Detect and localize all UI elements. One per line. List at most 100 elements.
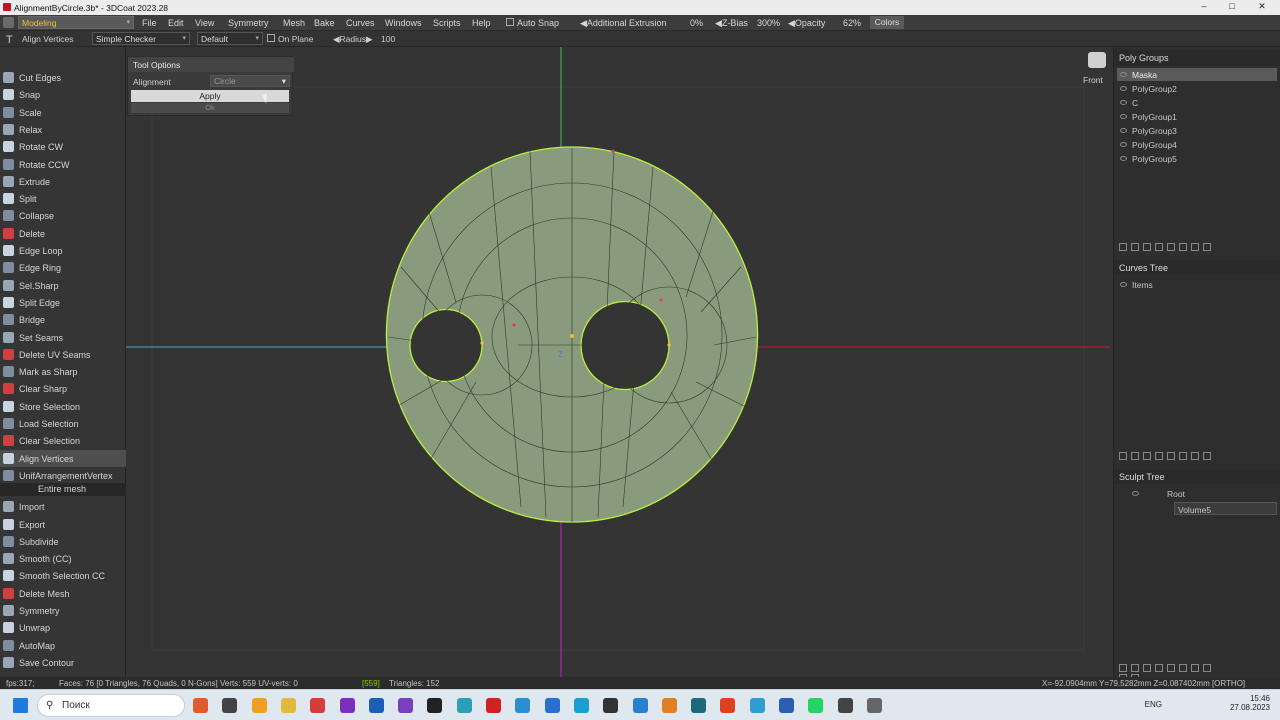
chrome-icon[interactable]	[251, 698, 267, 713]
tool-split[interactable]: Split	[0, 190, 126, 207]
opacity-label[interactable]: ◀Opacity	[788, 18, 825, 29]
blender-icon[interactable]	[661, 698, 677, 713]
additional-extrusion-label[interactable]: ◀Additional Extrusion	[580, 18, 666, 29]
vscode-icon[interactable]	[368, 698, 384, 713]
close-button[interactable]: ✕	[1254, 1, 1270, 13]
preset-select[interactable]: Default ▾	[197, 32, 263, 45]
player-icon[interactable]	[427, 698, 443, 713]
app7-icon[interactable]	[866, 698, 882, 713]
eye-icon[interactable]	[1120, 100, 1127, 105]
maximize-button[interactable]: □	[1224, 1, 1240, 13]
clock-time[interactable]: 15:46	[1230, 694, 1270, 703]
search-input[interactable]: ⚲ Поиск	[37, 694, 185, 717]
menu-scripts[interactable]: Scripts	[433, 18, 461, 28]
tool-align-vertices[interactable]: Align Vertices	[0, 449, 126, 467]
tool-rotate-cw[interactable]: Rotate CW	[0, 138, 126, 155]
clock-date[interactable]: 27.08.2023	[1230, 703, 1270, 712]
ok-button[interactable]: Ok	[131, 103, 289, 113]
curves-tree-toolbar[interactable]	[1119, 452, 1219, 462]
menu-windows[interactable]: Windows	[385, 18, 422, 28]
3dcoat-icon[interactable]	[398, 698, 414, 713]
opera-icon[interactable]	[486, 698, 501, 713]
file-explorer-icon[interactable]	[222, 698, 238, 713]
tool-rotate-ccw[interactable]: Rotate CCW	[0, 156, 126, 173]
app6-icon[interactable]	[837, 698, 853, 713]
eye-icon[interactable]	[1120, 142, 1127, 147]
menu-edit[interactable]: Edit	[168, 18, 184, 28]
whatsapp-icon[interactable]	[808, 698, 824, 713]
notepad-icon[interactable]	[280, 698, 296, 713]
tool-split-edge[interactable]: Split Edge	[0, 294, 126, 311]
sculpt-volume-item[interactable]: Volume5	[1174, 502, 1277, 515]
tool-export[interactable]: Export	[0, 516, 126, 533]
menu-symmetry[interactable]: Symmetry	[228, 18, 269, 28]
extrusion-value[interactable]: 0%	[690, 18, 703, 28]
tool-bridge[interactable]: Bridge	[0, 311, 126, 328]
tool-save-contour[interactable]: Save Contour	[0, 654, 126, 671]
tool-smooth-selection[interactable]: Smooth Selection CC	[0, 567, 126, 584]
poly-group-item[interactable]: PolyGroup4	[1117, 138, 1277, 151]
eye-icon[interactable]	[1120, 282, 1127, 287]
media-icon[interactable]	[310, 698, 326, 713]
radius-label[interactable]: ◀Radius▶	[333, 34, 373, 45]
text-tool-icon[interactable]: T	[6, 34, 13, 46]
language-indicator[interactable]: ENG	[1145, 700, 1162, 709]
tool-symmetry[interactable]: Symmetry	[0, 602, 126, 619]
tool-cut-edges[interactable]: Cut Edges	[0, 69, 126, 86]
widgets-icon[interactable]	[193, 698, 208, 713]
skype-icon[interactable]	[573, 698, 589, 713]
menu-bake[interactable]: Bake	[314, 18, 335, 28]
z-bias-value[interactable]: 300%	[757, 18, 780, 28]
minimize-button[interactable]: –	[1196, 1, 1212, 13]
app2-icon[interactable]	[691, 698, 707, 713]
tool-edge-loop[interactable]: Edge Loop	[0, 242, 126, 259]
sculpt-tree-toolbar[interactable]	[1119, 664, 1219, 682]
tool-store-selection[interactable]: Store Selection	[0, 398, 126, 415]
app5-icon[interactable]	[779, 698, 794, 713]
tool-edge-ring[interactable]: Edge Ring	[0, 259, 126, 276]
tool-clear-sharp[interactable]: Clear Sharp	[0, 380, 126, 397]
tool-delete-uv-seams[interactable]: Delete UV Seams	[0, 346, 126, 363]
poly-group-item[interactable]: PolyGroup1	[1117, 110, 1277, 123]
poly-group-item[interactable]: Maska	[1117, 68, 1277, 81]
eye-icon[interactable]	[1120, 114, 1127, 119]
tool-mark-sharp[interactable]: Mark as Sharp	[0, 363, 126, 380]
colors-button[interactable]: Colors	[870, 16, 904, 29]
menu-mesh[interactable]: Mesh	[283, 18, 305, 28]
tool-extrude[interactable]: Extrude	[0, 173, 126, 190]
z-bias-label[interactable]: ◀Z-Bias	[715, 18, 748, 29]
tool-unwrap[interactable]: Unwrap	[0, 619, 126, 636]
menu-curves[interactable]: Curves	[346, 18, 375, 28]
camera-icon[interactable]	[1088, 52, 1106, 68]
eye-icon[interactable]	[1132, 491, 1139, 496]
telegram-icon[interactable]	[515, 698, 531, 713]
sculpt-root-item[interactable]: Root	[1117, 487, 1277, 500]
opacity-value[interactable]: 62%	[843, 18, 861, 28]
app-menu-icon[interactable]	[3, 17, 14, 28]
tool-relax[interactable]: Relax	[0, 121, 126, 138]
tool-scale[interactable]: Scale	[0, 104, 126, 121]
poly-groups-toolbar[interactable]	[1119, 243, 1219, 253]
eye-icon[interactable]	[1120, 128, 1127, 133]
visual-studio-icon[interactable]	[339, 698, 355, 713]
editor-icon[interactable]	[544, 698, 560, 713]
app3-icon[interactable]	[720, 698, 736, 713]
tool-sel-sharp[interactable]: Sel.Sharp	[0, 277, 126, 294]
tool-snap[interactable]: Snap	[0, 86, 126, 103]
tool-load-selection[interactable]: Load Selection	[0, 415, 126, 432]
radius-value[interactable]: 100	[381, 34, 395, 44]
alignment-select[interactable]: Circle ▾	[210, 75, 290, 87]
tool-smooth-cc[interactable]: Smooth (CC)	[0, 550, 126, 567]
shading-select[interactable]: Simple Checker ▾	[92, 32, 190, 45]
tool-import[interactable]: Import	[0, 498, 126, 515]
auto-snap-checkbox[interactable]	[506, 18, 514, 26]
menu-help[interactable]: Help	[472, 18, 491, 28]
tool-subdivide[interactable]: Subdivide	[0, 533, 126, 550]
poly-group-item[interactable]: PolyGroup5	[1117, 152, 1277, 165]
tool-delete-mesh[interactable]: Delete Mesh	[0, 585, 126, 602]
menu-file[interactable]: File	[142, 18, 157, 28]
poly-group-item[interactable]: C	[1117, 96, 1277, 109]
poly-group-item[interactable]: PolyGroup2	[1117, 82, 1277, 95]
on-plane-checkbox[interactable]	[267, 34, 275, 42]
browser-icon[interactable]	[456, 698, 472, 713]
